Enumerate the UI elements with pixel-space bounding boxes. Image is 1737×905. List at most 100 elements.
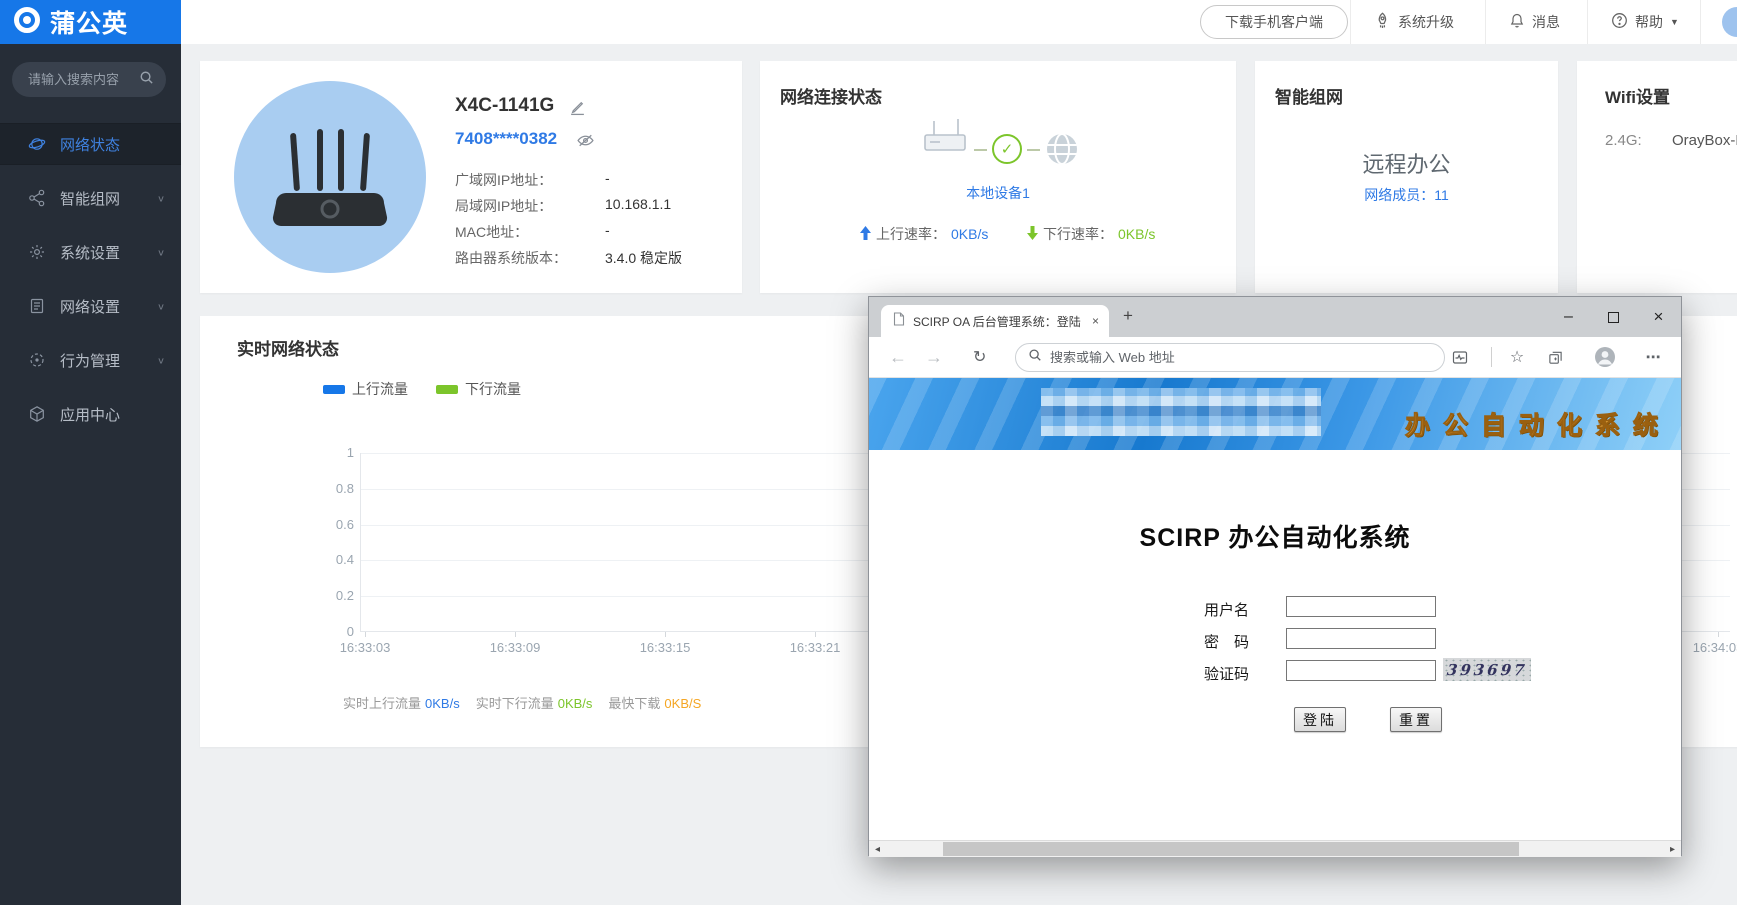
info-value: 10.168.1.1 [605,196,765,212]
search-icon[interactable] [139,70,154,90]
y-axis-tick-label: 0.6 [302,517,354,532]
members-value: 11 [1434,187,1449,203]
edit-icon[interactable] [569,99,586,121]
help-menu[interactable]: 帮助 ▼ [1611,0,1679,44]
topbar: 下载手机客户端 系统升级 消息 [181,0,1737,44]
upload-rate: 上行速率： 0KB/s [860,224,988,244]
wifi-settings-card: Wifi设置 2.4G: OrayBox-E [1577,61,1737,293]
browser-tab[interactable]: SCIRP OA 后台管理系统：登陆 × [881,305,1109,337]
router-info-row: 广域网IP地址： - [455,170,552,190]
router-info-row: 路由器系统版本： 3.4.0 稳定版 [455,248,567,268]
banner-slogan: 办公自动化系统 [1405,406,1671,442]
chart-stats: 实时上行流量0KB/s 实时下行流量0KB/s 最快下载0KB/S [343,693,701,712]
login-button[interactable]: 登陆 [1294,707,1346,732]
back-button[interactable]: ← [889,337,907,377]
stat-download: 实时下行流量0KB/s [476,693,593,712]
system-upgrade-label: 系统升级 [1398,12,1454,32]
new-tab-button[interactable]: + [1123,306,1133,326]
smart-network-card: 智能组网 远程办公 网络成员：11 [1255,61,1558,293]
favorites-star-icon[interactable]: ☆ [1503,337,1531,377]
stat-label: 实时上行流量 [343,696,421,711]
legend-label: 上行流量 [352,379,408,399]
router-outline-icon [920,117,970,164]
scroll-right-icon[interactable]: ▸ [1664,841,1681,857]
forward-button[interactable]: → [925,337,943,377]
app-center-icon [28,405,46,423]
legend-item-upload[interactable]: 上行流量 [323,379,408,399]
x-axis-tick-mark [365,632,366,637]
download-rate: 下行速率： 0KB/s [1027,224,1155,244]
help-icon [1611,12,1628,32]
sidebar-item-network-status[interactable]: 网络状态 [0,123,181,165]
sidebar-item-behavior-manage[interactable]: 行为管理 ∨ [0,339,181,381]
chart-title: 实时网络状态 [237,335,339,360]
y-axis-tick-label: 1 [302,445,354,460]
stat-value: 0KB/s [425,696,460,711]
reset-button[interactable]: 重置 [1390,707,1442,732]
refresh-button[interactable]: ↻ [973,337,986,377]
sidebar: 蒲公英 网络状态 [0,0,181,905]
sidebar-item-label: 智能组网 [60,188,120,209]
router-info-row: 局域网IP地址： 10.168.1.1 [455,196,552,216]
download-app-button[interactable]: 下载手机客户端 [1200,5,1348,39]
internet-globe-icon [1044,131,1080,172]
more-options-icon[interactable]: ⋯ [1639,337,1667,377]
address-bar[interactable] [1015,343,1445,372]
eye-off-icon[interactable] [576,132,595,154]
card-title: 智能组网 [1275,83,1343,108]
sidebar-search[interactable] [12,62,166,97]
messages-label: 消息 [1532,12,1560,32]
address-input[interactable] [1050,350,1432,365]
scrollbar-thumb[interactable] [943,842,1519,856]
tab-close-icon[interactable]: × [1092,314,1099,328]
horizontal-scrollbar[interactable]: ◂ ▸ [869,840,1681,857]
connection-status-card: 网络连接状态 ✓ 本地设备1 上行速率： [760,61,1236,293]
profile-avatar-icon[interactable] [1591,337,1619,377]
y-axis-tick-label: 0.8 [302,481,354,496]
sidebar-item-smart-network[interactable]: 智能组网 ∨ [0,177,181,219]
x-axis-tick-mark [1718,632,1719,637]
password-field[interactable] [1286,628,1436,649]
system-upgrade-button[interactable]: 系统升级 [1374,0,1454,44]
window-close-button[interactable]: × [1636,297,1681,337]
captcha-label: 验证码 [1149,663,1249,684]
window-minimize-button[interactable]: – [1546,297,1591,337]
chevron-down-icon: ∨ [157,247,165,257]
y-axis-tick-label: 0 [302,624,354,639]
sidebar-item-app-center[interactable]: 应用中心 [0,393,181,435]
window-maximize-button[interactable] [1591,297,1636,337]
connection-ok-icon: ✓ [992,134,1022,164]
browser-tools-icon[interactable] [1447,337,1473,377]
stat-label: 实时下行流量 [476,696,554,711]
captcha-image[interactable]: 393697 [1443,658,1531,681]
sidebar-item-label: 应用中心 [60,404,120,425]
sidebar-item-network-settings[interactable]: 网络设置 ∨ [0,285,181,327]
chevron-down-icon: ▼ [1670,17,1679,27]
card-title: Wifi设置 [1605,83,1670,108]
user-avatar[interactable] [1722,7,1737,37]
info-value: 3.4.0 稳定版 [605,248,765,268]
behavior-manage-icon [28,351,46,369]
router-image [234,81,426,273]
help-label: 帮助 [1635,12,1663,32]
search-input[interactable] [28,72,139,87]
info-label: MAC地址： [455,224,528,240]
legend-item-download[interactable]: 下行流量 [436,379,521,399]
link-segment [974,149,987,151]
wifi-ssid: OrayBox-E [1672,132,1737,149]
chevron-down-icon: ∨ [157,301,165,311]
network-members-link[interactable]: 网络成员：11 [1255,185,1558,205]
oa-banner: 办公自动化系统 [869,378,1681,450]
toolbar-divider [1485,337,1497,377]
captcha-field[interactable] [1286,660,1436,681]
username-field[interactable] [1286,596,1436,617]
messages-button[interactable]: 消息 [1509,0,1560,44]
brand-name: 蒲公英 [50,4,128,40]
sidebar-item-system-settings[interactable]: 系统设置 ∨ [0,231,181,273]
captcha-code: 393697 [1446,661,1529,679]
collections-icon[interactable] [1541,337,1569,377]
stat-upload: 实时上行流量 0KB/s [343,693,460,712]
scroll-left-icon[interactable]: ◂ [869,841,886,857]
legend-swatch [323,385,345,394]
local-device-link[interactable]: 本地设备1 [760,183,1236,203]
